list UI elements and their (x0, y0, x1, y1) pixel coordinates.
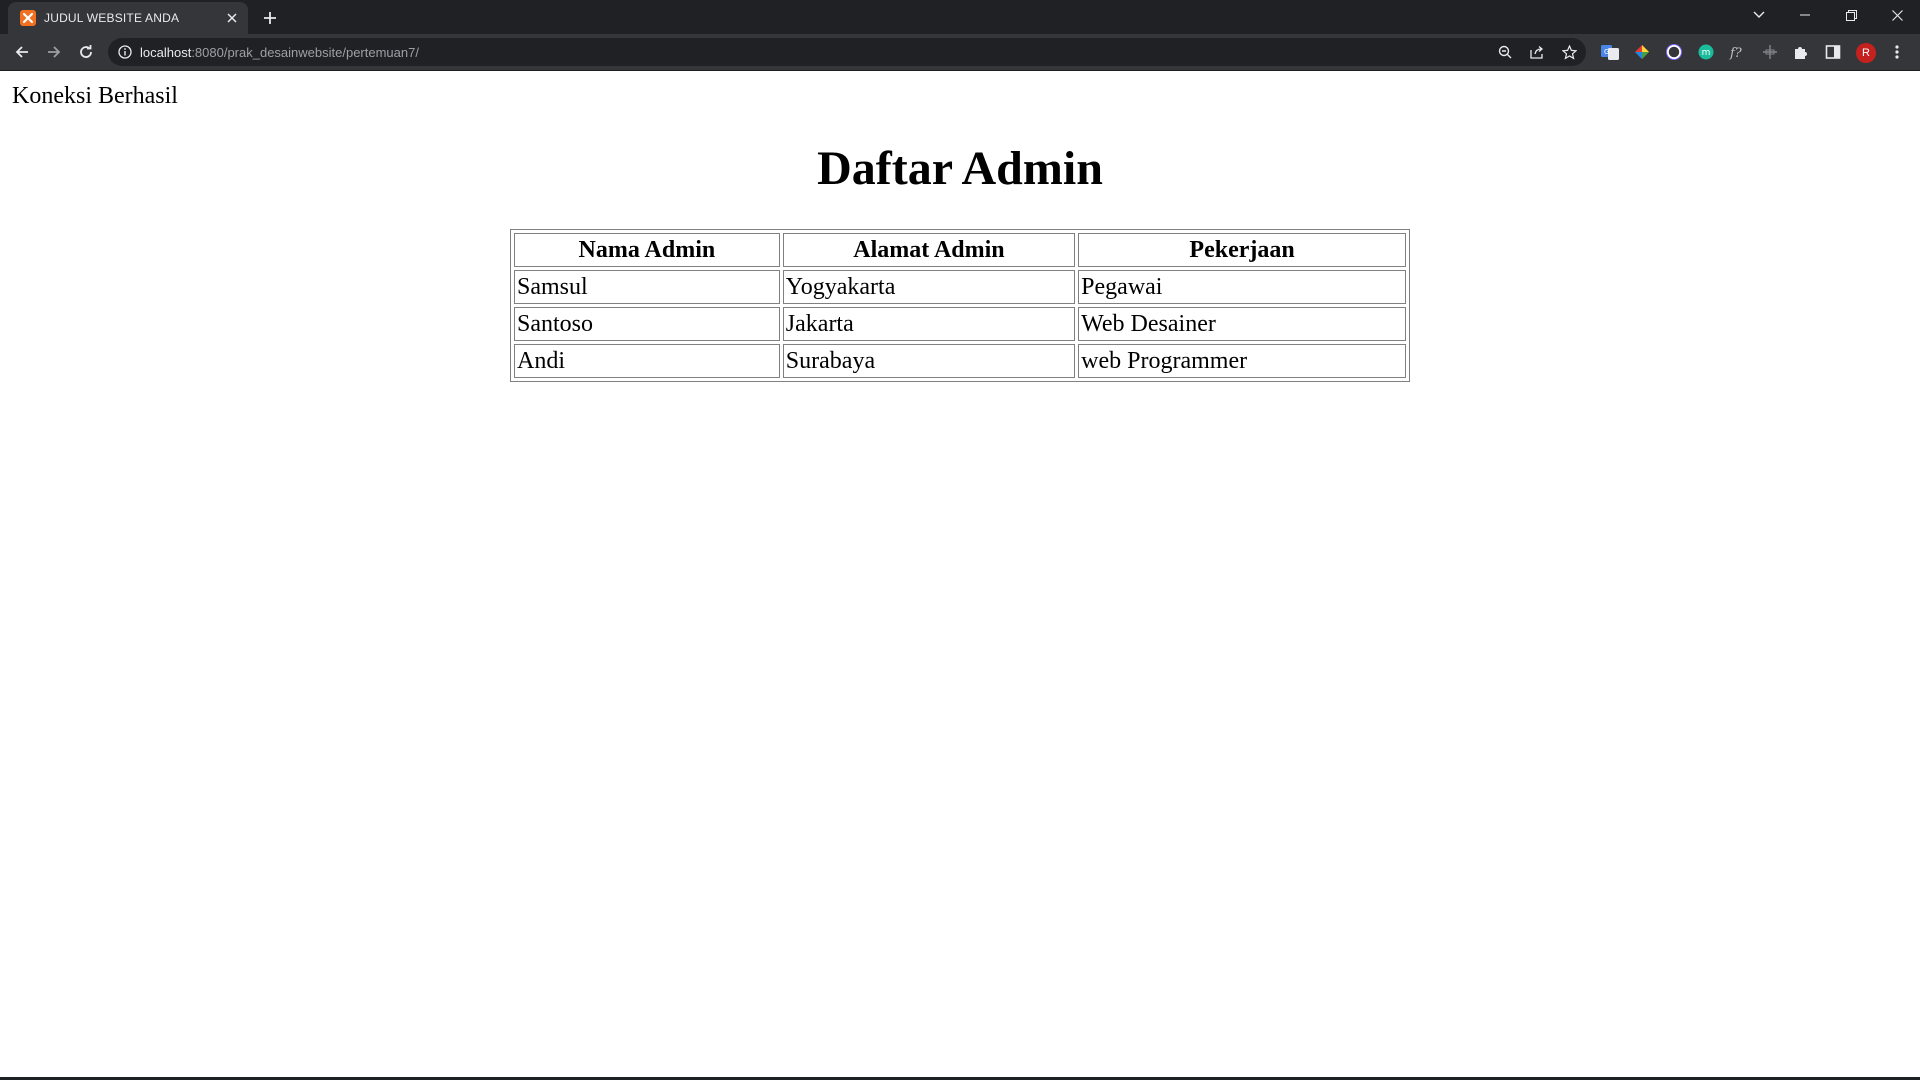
url-text[interactable]: localhost:8080/prak_desainwebsite/pertem… (140, 45, 419, 60)
star-icon[interactable] (1560, 43, 1578, 61)
ruler-extension-icon[interactable] (1761, 43, 1779, 61)
font-extension-icon[interactable]: f? (1729, 43, 1747, 61)
side-panel-icon[interactable] (1824, 43, 1842, 61)
zoom-icon[interactable] (1496, 43, 1514, 61)
table-cell: Pegawai (1078, 270, 1406, 304)
tab-title: JUDUL WEBSITE ANDA (44, 11, 180, 25)
puzzle-icon[interactable] (1792, 43, 1810, 61)
admin-table: Nama Admin Alamat Admin Pekerjaan Samsul… (510, 229, 1410, 382)
new-tab-button[interactable] (258, 6, 282, 30)
translate-icon[interactable]: G (1601, 43, 1619, 61)
restore-button[interactable] (1828, 0, 1874, 30)
column-header-nama-admin: Nama Admin (514, 233, 780, 267)
tab-search-chevron-icon[interactable] (1736, 0, 1782, 30)
svg-text:G: G (1604, 48, 1609, 56)
table-header-row: Nama Admin Alamat Admin Pekerjaan (514, 233, 1406, 267)
svg-text:f?: f? (1729, 46, 1743, 60)
table-cell: Santoso (514, 307, 780, 341)
table-cell: web Programmer (1078, 344, 1406, 378)
column-header-alamat-admin: Alamat Admin (782, 233, 1076, 267)
page-title: Daftar Admin (817, 142, 1103, 195)
close-tab-icon[interactable] (222, 8, 242, 28)
color-picker-icon[interactable] (1633, 43, 1651, 61)
svg-text:m: m (1702, 48, 1711, 58)
column-header-pekerjaan: Pekerjaan (1078, 233, 1406, 267)
table-cell: Jakarta (782, 307, 1076, 341)
page-content: Koneksi Berhasil Daftar Admin Nama Admin… (0, 71, 1920, 1077)
xampp-favicon-icon (20, 10, 36, 26)
tab-strip: JUDUL WEBSITE ANDA (0, 0, 1920, 34)
close-window-button[interactable] (1874, 0, 1920, 30)
share-icon[interactable] (1528, 43, 1546, 61)
browser-toolbar: localhost:8080/prak_desainwebsite/pertem… (0, 34, 1920, 71)
table-row: Andi Surabaya web Programmer (514, 344, 1406, 378)
url-path: :8080/prak_desainwebsite/pertemuan7/ (191, 44, 419, 60)
info-icon[interactable] (118, 45, 132, 59)
table-cell: Andi (514, 344, 780, 378)
address-bar[interactable]: localhost:8080/prak_desainwebsite/pertem… (108, 38, 1586, 66)
table-cell: Samsul (514, 270, 780, 304)
arrow-right-icon[interactable] (40, 38, 68, 66)
circle-extension-icon[interactable] (1665, 43, 1683, 61)
table-cell: Surabaya (782, 344, 1076, 378)
connection-status-text: Koneksi Berhasil (12, 83, 178, 109)
m-extension-icon[interactable]: m (1697, 43, 1715, 61)
reload-icon[interactable] (72, 38, 100, 66)
table-row: Samsul Yogyakarta Pegawai (514, 270, 1406, 304)
avatar[interactable]: R (1856, 43, 1876, 63)
arrow-left-icon[interactable] (8, 38, 36, 66)
table-row: Santoso Jakarta Web Desainer (514, 307, 1406, 341)
browser-window: JUDUL WEBSITE ANDA localhost:8080/prak_d… (0, 0, 1920, 1080)
kebab-menu-icon[interactable] (1888, 43, 1906, 61)
minimize-button[interactable] (1782, 0, 1828, 30)
browser-tab[interactable]: JUDUL WEBSITE ANDA (8, 2, 248, 34)
table-cell: Yogyakarta (782, 270, 1076, 304)
table-cell: Web Desainer (1078, 307, 1406, 341)
url-host: localhost (140, 44, 192, 60)
